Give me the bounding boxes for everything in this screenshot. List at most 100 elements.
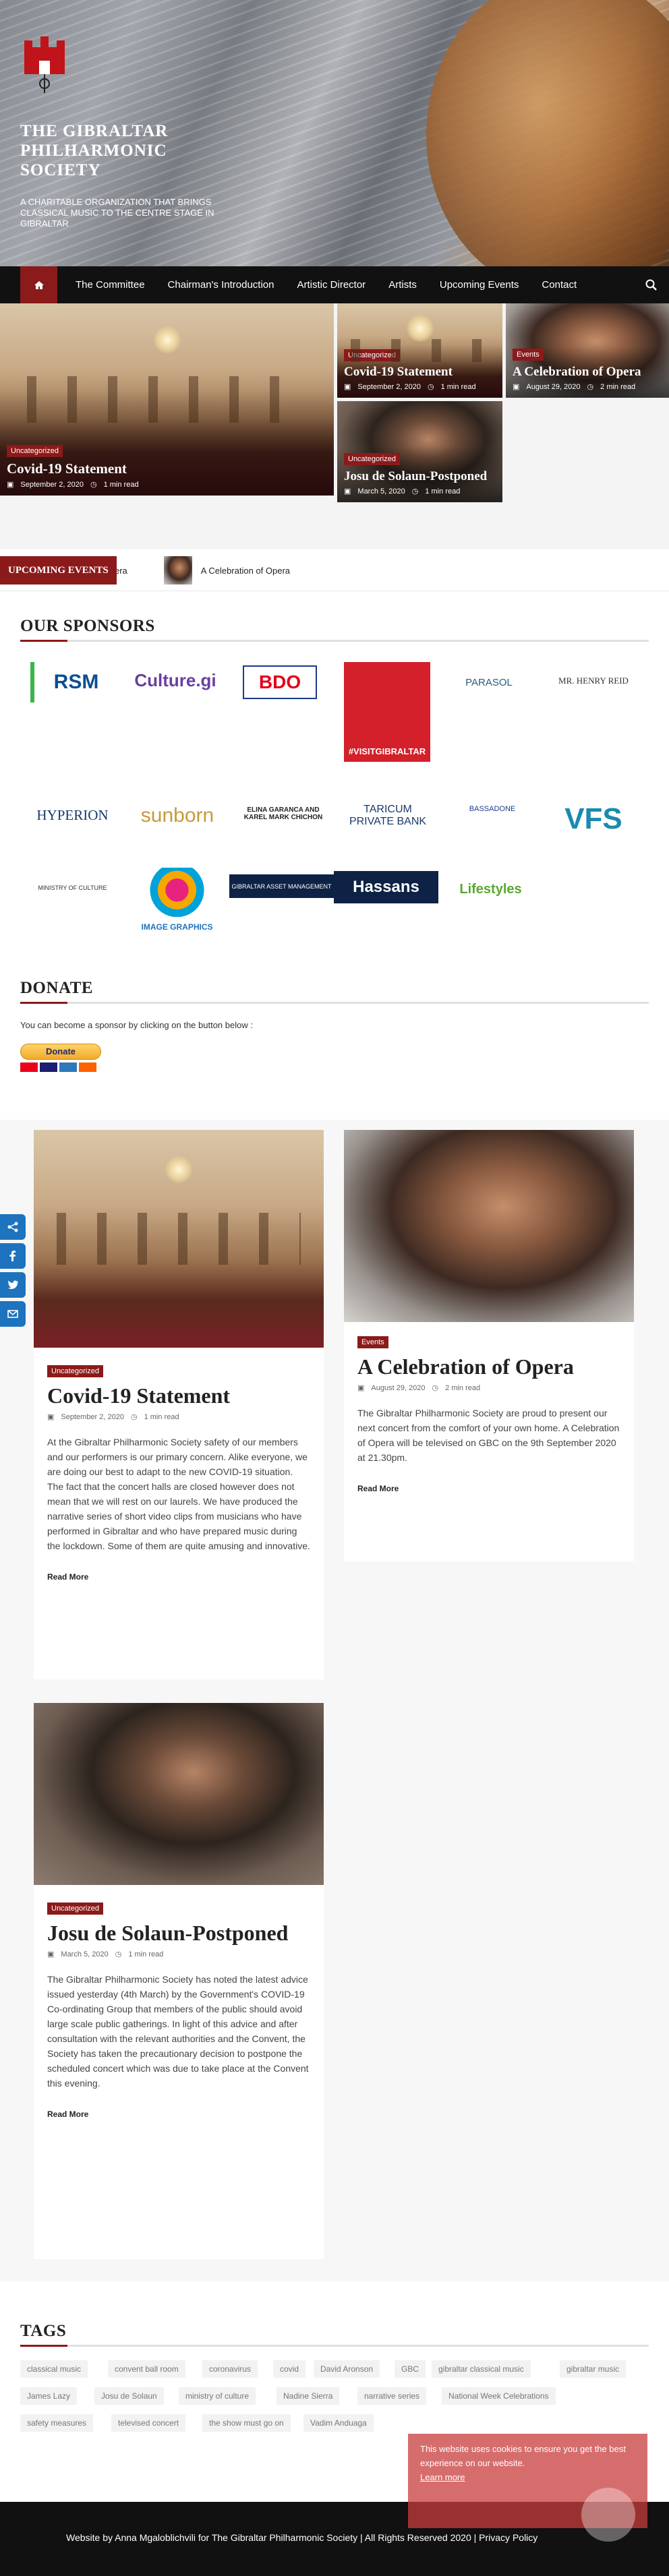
sponsor-logo-sunborn[interactable]: sunborn	[127, 796, 228, 836]
nav-item-chairmans-introduction[interactable]: Chairman's Introduction	[156, 266, 286, 303]
cookie-accept-button[interactable]	[581, 2488, 635, 2542]
card-title[interactable]: Covid-19 Statement	[344, 365, 496, 380]
post-image[interactable]	[344, 1130, 634, 1322]
tag-link[interactable]: televised concert	[111, 2414, 186, 2432]
footer-credits: Website by Anna Mgaloblichvili for The G…	[66, 2532, 538, 2543]
twitter-icon[interactable]	[0, 1272, 26, 1298]
post-excerpt: The Gibraltar Philharmonic Society are p…	[357, 1408, 620, 1463]
nav-item-committee[interactable]: The Committee	[64, 266, 156, 303]
sponsor-logo-bassadone[interactable]: BASSADONE	[442, 796, 543, 822]
tag-link[interactable]: convent ball room	[108, 2360, 185, 2378]
search-icon[interactable]	[645, 278, 658, 292]
share-icon[interactable]	[0, 1214, 26, 1240]
post-date: September 2, 2020	[61, 1412, 124, 1421]
tag-link[interactable]: narrative series	[357, 2387, 427, 2405]
post-title[interactable]: Covid-19 Statement	[47, 1383, 310, 1408]
sponsor-logo-garanca-chichon[interactable]: ELINA GARANCA AND KAREL MARK CHICHON	[236, 800, 330, 827]
post-image[interactable]	[34, 1703, 324, 1885]
calendar-icon: ▣	[357, 1384, 365, 1392]
posts-section: Uncategorized Covid-19 Statement ▣ Septem…	[0, 1120, 669, 2281]
calendar-icon: ▣	[344, 383, 351, 391]
tag-link[interactable]: National Week Celebrations	[442, 2387, 556, 2405]
post-excerpt: The Gibraltar Philharmonic Society has n…	[47, 1974, 309, 2089]
category-badge[interactable]: Events	[357, 1336, 388, 1348]
featured-card-small-covid[interactable]: Uncategorized Covid-19 Statement ▣ Septem…	[337, 303, 502, 398]
sponsor-logo-taricum[interactable]: TARICUM PRIVATE BANK	[341, 800, 435, 831]
tag-link[interactable]: ministry of culture	[179, 2387, 256, 2405]
sponsor-logo-ministry-of-culture[interactable]: MINISTRY OF CULTURE	[24, 874, 121, 901]
nav-item-contact[interactable]: Contact	[530, 266, 588, 303]
facebook-icon[interactable]	[0, 1243, 26, 1269]
clock-icon: ◷	[427, 383, 434, 391]
clock-icon: ◷	[411, 487, 419, 496]
tag-link[interactable]: Nadine Sierra	[277, 2387, 340, 2405]
post-title[interactable]: Josu de Solaun-Postponed	[47, 1920, 310, 1946]
donate-button[interactable]: Donate	[20, 1044, 101, 1072]
tag-link[interactable]: safety measures	[20, 2414, 94, 2432]
nav-item-artists[interactable]: Artists	[377, 266, 428, 303]
tag-link[interactable]: the show must go on	[202, 2414, 291, 2432]
card-title[interactable]: Josu de Solaun-Postponed	[344, 469, 496, 484]
read-more-link[interactable]: Read More	[357, 1484, 399, 1493]
sponsor-logo-vfs[interactable]: VFS	[543, 793, 644, 844]
card-title[interactable]: A Celebration of Opera	[513, 364, 662, 380]
category-badge[interactable]: Events	[513, 349, 544, 361]
cookie-learn-more-link[interactable]: Learn more	[420, 2472, 465, 2482]
site-title[interactable]: THE GIBRALTAR PHILHARMONIC SOCIETY	[20, 121, 223, 180]
sponsor-logo-hyperion[interactable]: HYPERION	[24, 800, 121, 831]
sponsor-logo-culture[interactable]: Culture.gi	[125, 662, 226, 699]
tag-link[interactable]: David Aronson	[314, 2360, 380, 2378]
email-icon[interactable]	[0, 1301, 26, 1327]
ticker-thumbnail[interactable]	[163, 556, 192, 585]
category-badge[interactable]: Uncategorized	[7, 445, 63, 457]
category-badge[interactable]: Uncategorized	[47, 1365, 103, 1377]
clock-icon: ◷	[587, 383, 594, 391]
tag-link[interactable]: James Lazy	[20, 2387, 78, 2405]
sponsors-title: OUR SPONSORS	[20, 617, 155, 635]
ticker-item[interactable]: pera	[117, 566, 127, 576]
featured-card-small-josu[interactable]: Uncategorized Josu de Solaun-Postponed ▣…	[337, 401, 502, 502]
tag-link[interactable]: Vadim Anduaga	[303, 2414, 374, 2432]
sponsor-logo-lifestyles[interactable]: Lifestyles	[445, 871, 536, 908]
sponsor-logo-image-graphics[interactable]: IMAGE GRAPHICS	[128, 868, 226, 932]
card-caption: Uncategorized Josu de Solaun-Postponed ▣…	[344, 452, 496, 496]
featured-card-large[interactable]: Uncategorized Covid-19 Statement ▣ Septem…	[0, 303, 334, 496]
calendar-icon: ▣	[7, 481, 14, 489]
tag-link[interactable]: GBC	[395, 2360, 426, 2378]
violin-image	[426, 0, 669, 266]
card-icons	[20, 1062, 101, 1072]
category-badge[interactable]: Uncategorized	[344, 453, 400, 465]
tag-link[interactable]: gibraltar classical music	[432, 2360, 531, 2378]
nav-item-upcoming-events[interactable]: Upcoming Events	[428, 266, 531, 303]
nav-item-artistic-director[interactable]: Artistic Director	[286, 266, 378, 303]
clock-icon: ◷	[90, 481, 97, 489]
post-read-time: 1 min read	[128, 1950, 164, 1958]
sponsor-logo-rsm[interactable]: RSM	[30, 662, 118, 702]
read-more-link[interactable]: Read More	[47, 2109, 88, 2119]
tag-link[interactable]: Josu de Solaun	[94, 2387, 164, 2405]
sponsor-logo-hassans[interactable]: Hassans	[334, 871, 438, 903]
sponsor-logo-bdo[interactable]: BDO	[243, 665, 317, 699]
tag-link[interactable]: gibraltar music	[560, 2360, 627, 2378]
tag-link[interactable]: covid	[273, 2360, 306, 2378]
home-button[interactable]	[20, 266, 57, 303]
read-more-link[interactable]: Read More	[47, 1572, 88, 1582]
sponsor-logo-gibraltar-asset-management[interactable]: GIBRALTAR ASSET MANAGEMENT	[229, 874, 334, 898]
site-logo[interactable]	[20, 35, 69, 96]
category-badge[interactable]: Uncategorized	[344, 349, 400, 361]
sponsor-logo-visit-gibraltar[interactable]: #VISITGIBRALTAR	[344, 662, 430, 762]
category-badge[interactable]: Uncategorized	[47, 1903, 103, 1915]
tag-link[interactable]: classical music	[20, 2360, 88, 2378]
sponsor-logo-parasol[interactable]: PARASOL	[445, 667, 533, 698]
post-excerpt: At the Gibraltar Philharmonic Society sa…	[47, 1437, 310, 1551]
card-date: March 5, 2020	[357, 487, 405, 496]
post-image[interactable]	[34, 1130, 324, 1348]
tag-link[interactable]: coronavirus	[202, 2360, 258, 2378]
sponsor-logo-henry-reid[interactable]: MR. HENRY REID	[546, 667, 641, 694]
post-read-time: 2 min read	[445, 1383, 481, 1392]
featured-card-small-opera[interactable]: Events A Celebration of Opera ▣ August 29…	[506, 303, 669, 398]
post-card: Uncategorized Josu de Solaun-Postponed ▣…	[34, 1703, 324, 2259]
card-title[interactable]: Covid-19 Statement	[7, 460, 327, 477]
ticker-item[interactable]: A Celebration of Opera	[201, 566, 290, 576]
post-title[interactable]: A Celebration of Opera	[357, 1354, 620, 1379]
